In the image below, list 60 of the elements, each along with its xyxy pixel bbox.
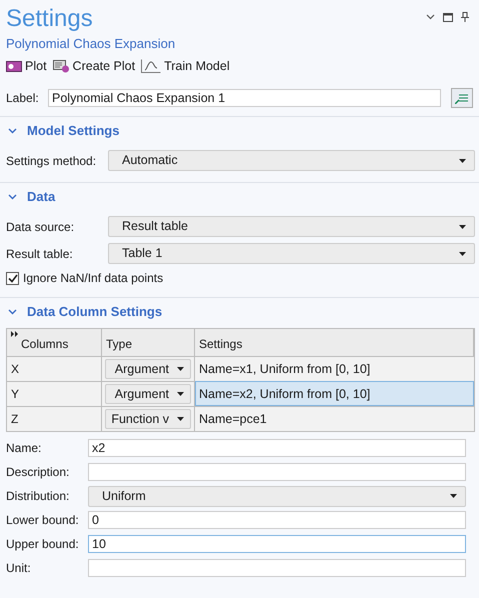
toolbar-button[interactable]: Create Plot xyxy=(52,56,136,76)
field-label: Name: xyxy=(6,440,42,457)
pin-icon[interactable] xyxy=(461,12,469,22)
table-cell[interactable]: Name=x2, Uniform from [0, 10] xyxy=(195,381,474,406)
section-header[interactable]: Data xyxy=(27,187,56,207)
chevron-down-icon[interactable] xyxy=(426,14,435,20)
checkbox-label: Ignore NaN/Inf data points xyxy=(23,270,164,287)
section-header[interactable]: Data Column Settings xyxy=(27,302,162,322)
field-label: Lower bound: xyxy=(6,512,80,529)
window-title: Settings xyxy=(6,4,93,34)
toolbar-button[interactable]: Train Model xyxy=(141,56,230,76)
input-field[interactable] xyxy=(88,463,466,481)
caret-icon xyxy=(450,494,457,498)
table-cell: Z xyxy=(7,406,102,431)
dropdown[interactable]: Table 1 xyxy=(108,243,475,264)
caret-icon xyxy=(459,224,466,228)
caret-icon xyxy=(177,367,184,371)
field-label: Unit: xyxy=(6,560,32,577)
input-field[interactable]: x2 xyxy=(88,439,466,457)
field-label: Data source: xyxy=(6,218,76,236)
function-icon xyxy=(141,59,162,73)
caret-icon xyxy=(459,252,466,256)
expand-columns-icon[interactable] xyxy=(11,331,19,337)
column-header: Settings xyxy=(199,336,242,353)
field-label: Description: xyxy=(6,464,70,481)
label-field[interactable]: Polynomial Chaos Expansion 1 xyxy=(48,89,441,107)
table-cell[interactable]: Name=pce1 xyxy=(195,406,474,431)
chevron-down-icon[interactable] xyxy=(8,309,17,315)
field-label: Upper bound: xyxy=(6,536,80,553)
list-icon xyxy=(455,92,469,104)
chevron-down-icon[interactable] xyxy=(8,194,17,200)
table-cell: Y xyxy=(7,381,102,406)
type-dropdown[interactable]: Argument xyxy=(105,359,191,379)
toolbar-button[interactable]: Plot xyxy=(6,56,47,76)
field-label: Settings method: xyxy=(6,152,98,170)
checkbox[interactable] xyxy=(6,272,19,284)
column-header: Type xyxy=(106,336,132,353)
create-plot-icon xyxy=(52,60,70,72)
subtitle: Polynomial Chaos Expansion xyxy=(5,36,176,52)
caret-icon xyxy=(459,158,466,162)
caret-icon xyxy=(177,417,184,421)
maximize-icon[interactable] xyxy=(443,12,453,22)
type-dropdown[interactable]: Function v xyxy=(105,409,191,429)
chevron-down-icon[interactable] xyxy=(8,128,17,134)
type-dropdown[interactable]: Argument xyxy=(105,384,191,404)
field-label: Label: xyxy=(6,90,40,107)
section-header[interactable]: Model Settings xyxy=(27,121,120,141)
dropdown[interactable]: Uniform xyxy=(88,486,466,506)
field-label: Result table: xyxy=(6,246,74,262)
label-options-button[interactable] xyxy=(451,88,473,108)
dropdown[interactable]: Automatic xyxy=(108,150,475,171)
table-cell: X xyxy=(7,356,102,381)
column-header: Columns xyxy=(21,336,68,353)
field-label: Distribution: xyxy=(6,488,70,505)
input-field[interactable]: 10 xyxy=(88,535,466,553)
dropdown[interactable]: Result table xyxy=(108,216,475,237)
caret-icon xyxy=(177,392,184,396)
plot-icon xyxy=(6,60,22,72)
input-field[interactable] xyxy=(88,559,466,577)
input-field[interactable]: 0 xyxy=(88,511,466,529)
